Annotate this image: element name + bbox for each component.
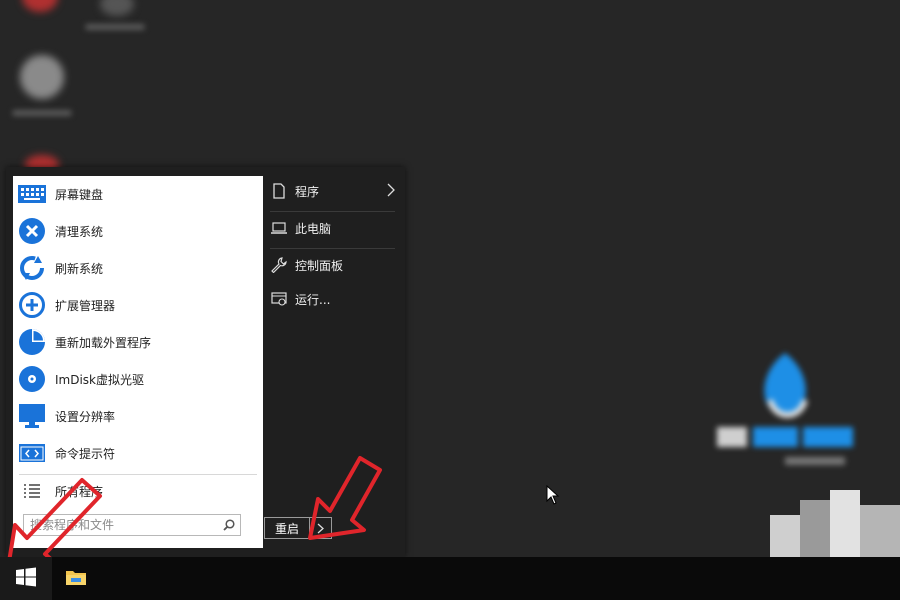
plus-circle-icon <box>17 290 47 320</box>
app-item-command-prompt[interactable]: 命令提示符 <box>13 435 263 471</box>
place-item-label: 运行... <box>295 292 331 307</box>
wrench-icon <box>270 257 288 273</box>
chevron-right-icon <box>387 183 395 200</box>
desktop-icon-top-left[interactable] <box>22 0 58 12</box>
app-item-reload-external[interactable]: 重新加载外置程序 <box>13 324 263 360</box>
desktop-icon-top[interactable] <box>100 0 134 16</box>
pie-chart-icon <box>17 327 47 357</box>
annotation-arrow-restart <box>308 456 382 540</box>
close-circle-icon <box>17 216 47 246</box>
mouse-cursor <box>546 485 560 505</box>
app-item-refresh-system[interactable]: 刷新系统 <box>13 250 263 286</box>
app-item-clean-system[interactable]: 清理系统 <box>13 213 263 249</box>
place-item-label: 程序 <box>295 184 320 199</box>
windows-logo-icon <box>16 567 36 591</box>
run-icon <box>270 292 288 306</box>
desktop-icon-user[interactable] <box>20 55 64 99</box>
terminal-icon <box>17 438 47 468</box>
app-item-label: 重新加载外置程序 <box>55 335 152 350</box>
monitor-icon <box>17 401 47 431</box>
disc-icon <box>17 364 47 394</box>
taskbar-file-explorer[interactable] <box>56 557 96 600</box>
app-item-label: ImDisk虚拟光驱 <box>55 372 145 387</box>
file-explorer-icon <box>65 568 87 590</box>
place-item-label: 此电脑 <box>295 221 332 236</box>
app-item-onscreen-keyboard[interactable]: 屏幕键盘 <box>13 176 263 212</box>
app-item-label: 刷新系统 <box>55 261 104 276</box>
refresh-icon <box>17 253 47 283</box>
place-item-run[interactable]: 运行... <box>263 283 405 315</box>
app-item-label: 扩展管理器 <box>55 298 116 313</box>
app-item-label: 屏幕键盘 <box>55 187 104 202</box>
app-item-set-resolution[interactable]: 设置分辨率 <box>13 398 263 434</box>
app-item-label: 命令提示符 <box>55 446 116 461</box>
watermark-logo <box>715 345 865 485</box>
app-item-label: 清理系统 <box>55 224 104 239</box>
start-button[interactable] <box>0 557 52 600</box>
app-item-label: 设置分辨率 <box>55 409 116 424</box>
laptop-icon <box>270 222 288 234</box>
document-icon <box>270 183 288 199</box>
taskbar <box>0 557 900 600</box>
search-icon[interactable] <box>218 519 240 531</box>
keyboard-icon <box>17 179 47 209</box>
app-item-imdisk[interactable]: ImDisk虚拟光驱 <box>13 361 263 397</box>
place-item-control-panel[interactable]: 控制面板 <box>263 249 405 281</box>
place-item-programs[interactable]: 程序 <box>263 175 405 207</box>
app-item-extension-manager[interactable]: 扩展管理器 <box>13 287 263 323</box>
place-item-this-pc[interactable]: 此电脑 <box>263 212 405 244</box>
place-item-label: 控制面板 <box>295 258 344 273</box>
